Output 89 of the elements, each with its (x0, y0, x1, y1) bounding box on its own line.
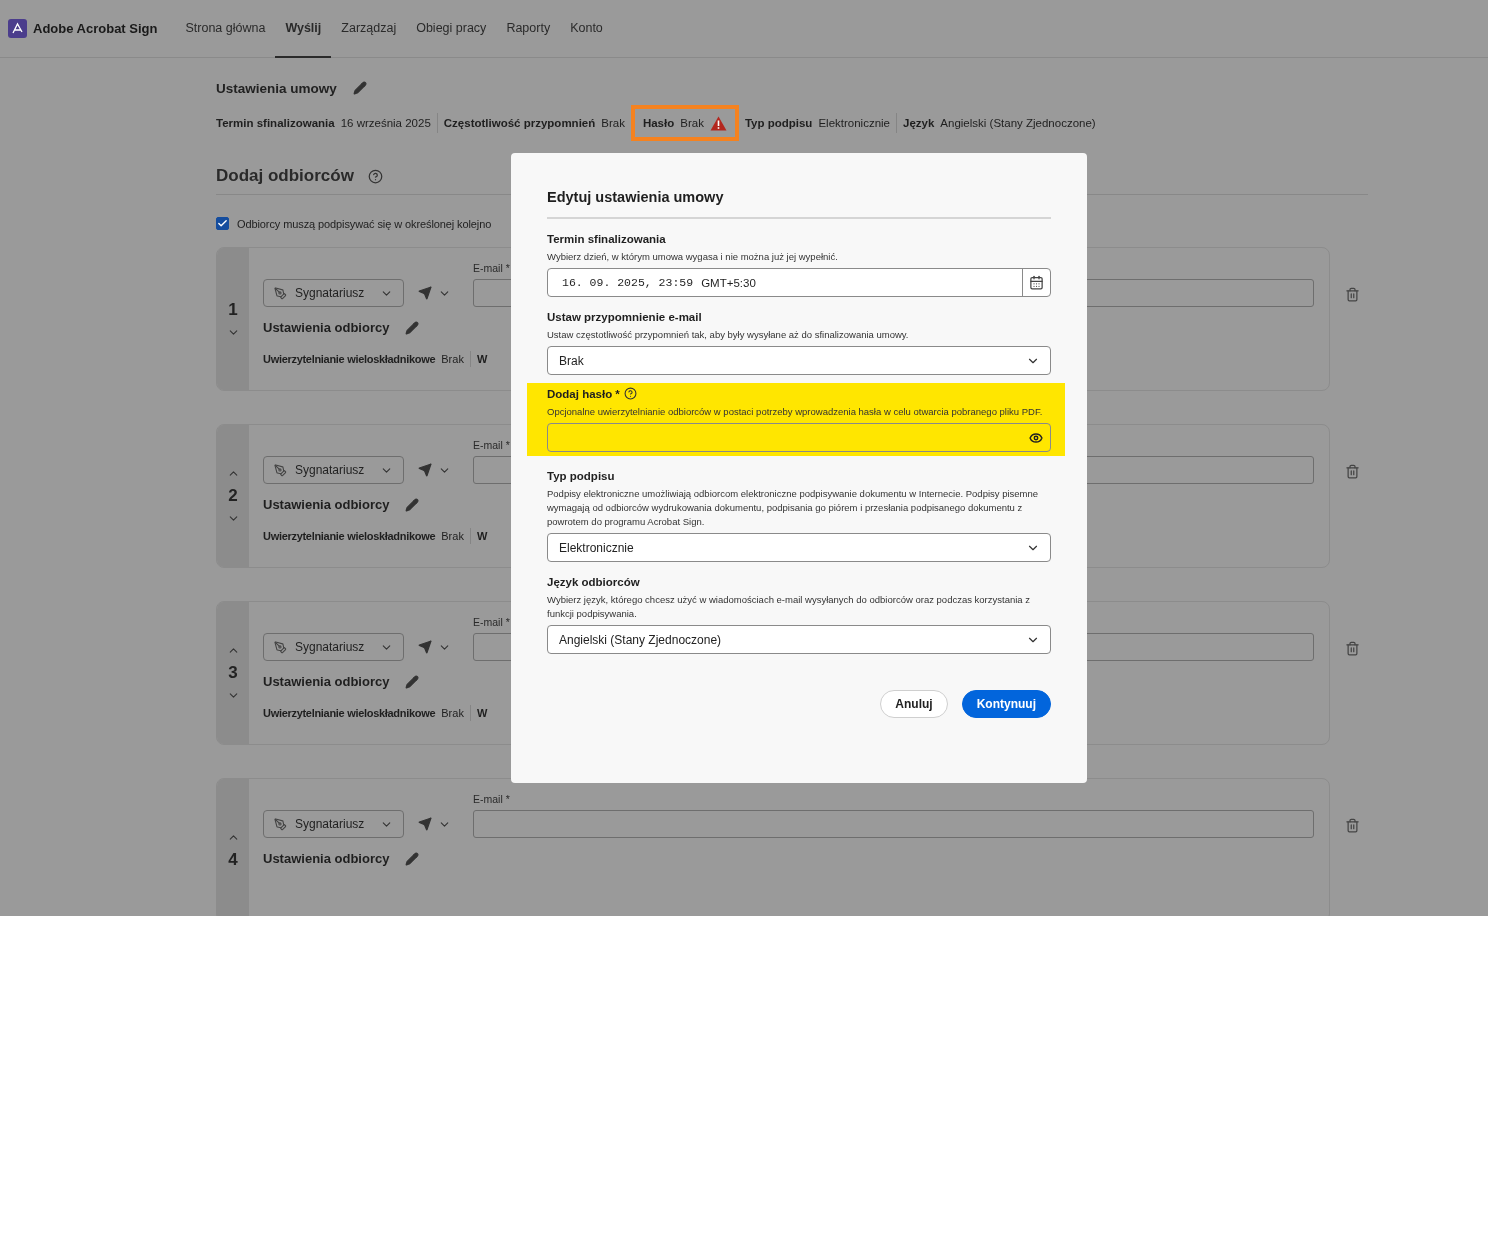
field-description: Opcjonalne uwierzytelnianie odbiorców w postaci potrzeby wprowadzenia hasła w celu otwarcia pobranego pliku PDF. (547, 405, 1044, 419)
role-dropdown[interactable]: Sygnatariusz (263, 633, 404, 661)
field-description: Wybierz język, którego chcesz użyć w wiadomościach e-mail wysyłanych do odbiorców oraz podczas korzystania z funkcji podpisywania. (547, 593, 1032, 621)
pencil-icon (405, 497, 420, 512)
app-logo-icon (8, 19, 27, 38)
field-label: Język odbiorców (547, 576, 640, 588)
role-dropdown[interactable]: Sygnatariusz (263, 456, 404, 484)
date-field[interactable]: 16. 09. 2025, 23:59 GMT+5:30 (547, 268, 1051, 297)
help-icon[interactable] (623, 387, 637, 400)
setting-value: Brak (441, 353, 464, 365)
paper-plane-icon (418, 286, 432, 300)
field-label: Ustaw przypomnienie e-mail (547, 311, 702, 323)
delete-icon[interactable] (1345, 464, 1360, 479)
field-description: Podpisy elektroniczne umożliwiają odbiorcom elektroniczne podpisywanie dokumentu w Internecie. Podpisy pisemne wymagają od odbiorców wydrukowania dokumentu, podpisania go piórem i przesłania podpisanego dokumentu z powrotem do programu Acrobat Sign. (547, 487, 1040, 529)
setting-value: Elektronicznie (818, 117, 890, 129)
select-field[interactable]: Angielski (Stany Zjednoczone) (547, 625, 1051, 654)
help-icon (367, 168, 383, 184)
field-description: Ustaw częstotliwość przypomnień tak, aby były wysyłane aż do sfinalizowania umowy. (547, 328, 910, 342)
checkbox-label: Odbiorcy muszą podpisywać się w określonej kolejno (237, 217, 492, 230)
pencil-icon (352, 81, 367, 95)
pen-icon (274, 817, 287, 831)
select-field[interactable]: Brak (547, 346, 1051, 375)
field-label: Dodaj hasło * (547, 387, 620, 400)
setting-label: W (476, 707, 487, 719)
checkbox[interactable] (216, 217, 229, 230)
paper-plane-icon (418, 463, 432, 477)
recipient-number: 1 (228, 299, 238, 320)
password-field[interactable] (547, 423, 1051, 452)
setting-value: Brak (441, 530, 464, 542)
role-dropdown[interactable]: Sygnatariusz (263, 810, 404, 838)
setting-value: Brak (601, 117, 625, 129)
section-heading: Dodaj odbiorców (216, 166, 354, 186)
recipient-number: 3 (228, 663, 238, 683)
setting-label: Częstotliwość przypomnień (443, 117, 596, 129)
email-field[interactable] (473, 810, 1314, 838)
paper-plane-icon (418, 817, 432, 831)
eye-icon (1029, 430, 1043, 445)
select-field[interactable]: Elektronicznie (547, 533, 1051, 562)
delete-icon[interactable] (1345, 641, 1360, 656)
nav-tab[interactable]: Wyślij (275, 0, 332, 58)
setting-label: W (476, 530, 487, 542)
nav-tab[interactable]: Raporty (496, 0, 561, 58)
setting-value: Brak (680, 117, 704, 129)
nav-tab[interactable]: Strona główna (175, 0, 276, 58)
field-label: Termin sfinalizowania (547, 233, 666, 245)
paper-plane-icon (418, 640, 432, 654)
nav-tab[interactable]: Konto (560, 0, 613, 58)
delete-icon[interactable] (1345, 287, 1360, 302)
nav-tab[interactable]: Obiegi pracy (406, 0, 497, 58)
pen-icon (274, 640, 287, 654)
pencil-icon (405, 851, 420, 866)
setting-value: 16 września 2025 (340, 117, 431, 129)
field-label: E-mail * (473, 262, 511, 274)
app-name: Adobe Acrobat Sign (33, 21, 158, 36)
warning-icon (709, 115, 727, 131)
setting-label: Uwierzytelnianie wieloskładnikowe (263, 353, 436, 365)
setting-value: Angielski (Stany Zjednoczone) (940, 117, 1096, 129)
setting-label: Hasło (642, 117, 675, 129)
setting-label: Termin sfinalizowania (216, 117, 335, 129)
pen-icon (274, 286, 287, 300)
field-label: E-mail * (473, 439, 511, 451)
setting-label: W (476, 353, 487, 365)
setting-value: Brak (441, 707, 464, 719)
pencil-icon (405, 320, 420, 335)
recipient-settings-title: Ustawienia odbiorcy (263, 674, 390, 689)
recipient-settings-title: Ustawienia odbiorcy (263, 320, 390, 335)
field-label: Typ podpisu (547, 470, 615, 482)
recipient-number: 2 (228, 486, 238, 506)
field-description: Wybierz dzień, w którym umowa wygasa i nie można już jej wypełnić. (547, 250, 839, 264)
delete-icon[interactable] (1345, 818, 1360, 833)
field-label: E-mail * (473, 793, 511, 805)
continue-button[interactable]: Kontynuuj (961, 690, 1051, 718)
setting-label: Język (903, 117, 935, 129)
cancel-button[interactable]: Anuluj (880, 690, 948, 718)
check-icon (217, 218, 228, 229)
field-label: E-mail * (473, 616, 511, 628)
setting-label: Uwierzytelnianie wieloskładnikowe (263, 530, 436, 542)
setting-label: Typ podpisu (744, 117, 813, 129)
pencil-icon (405, 674, 420, 689)
recipient-settings-title: Ustawienia odbiorcy (263, 851, 390, 866)
setting-label: Uwierzytelnianie wieloskładnikowe (263, 707, 436, 719)
section-title: Ustawienia umowy (216, 80, 337, 96)
role-dropdown[interactable]: Sygnatariusz (263, 279, 404, 307)
calendar-icon (1029, 275, 1044, 290)
recipient-settings-title: Ustawienia odbiorcy (263, 497, 390, 512)
pen-icon (274, 463, 287, 477)
nav-tab[interactable]: Zarządzaj (331, 0, 407, 58)
dialog-title: Edytuj ustawienia umowy (547, 189, 1051, 219)
recipient-number: 4 (228, 849, 238, 870)
